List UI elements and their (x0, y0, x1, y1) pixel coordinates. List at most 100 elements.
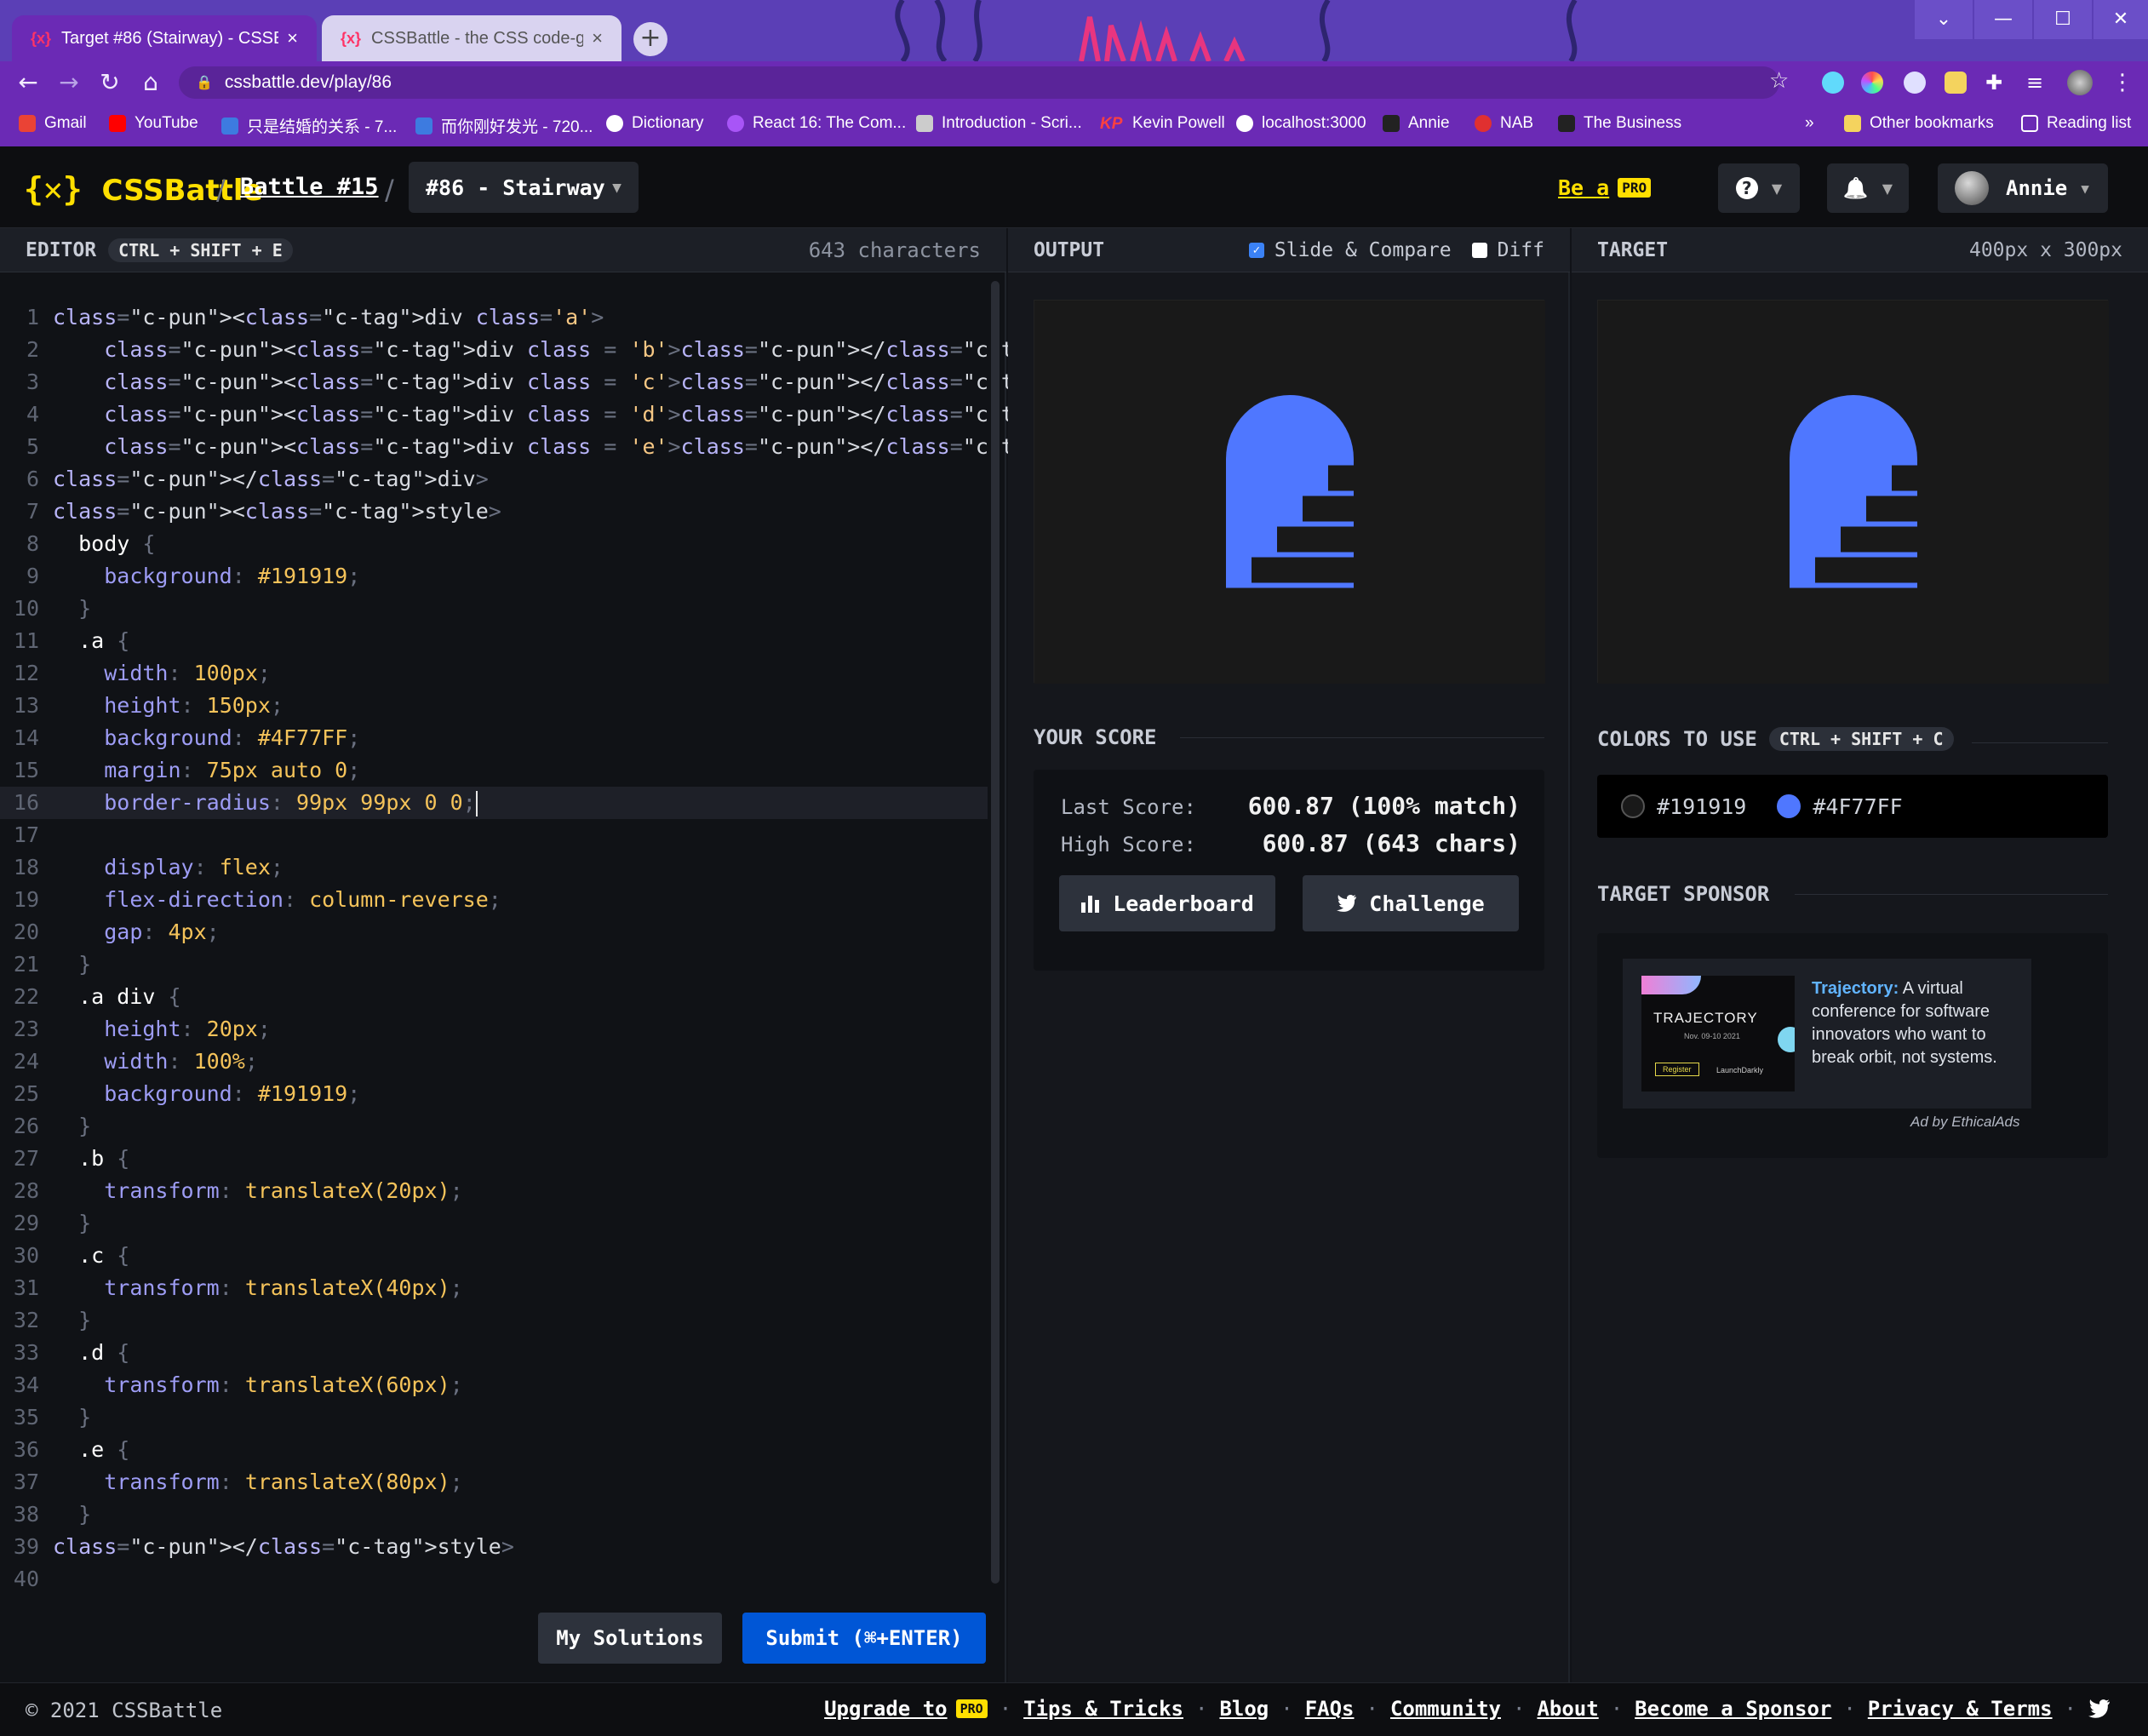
code-line[interactable]: 24 width: 100%; (0, 1046, 988, 1078)
sponsor-ad[interactable]: TRAJECTORY Nov. 09-10 2021 Register Laun… (1623, 959, 2031, 1109)
code-line[interactable]: 39 class="c-pun"></class="c-tag">style> (0, 1531, 988, 1563)
bookmark-dictionary[interactable]: Dictionary (606, 114, 703, 133)
react-devtools-extension-icon[interactable] (1822, 72, 1844, 94)
code-line[interactable]: 5 class="c-pun"><class="c-tag">div class… (0, 431, 1116, 463)
bookmark-video-2[interactable]: 而你刚好发光 - 720... (415, 114, 593, 137)
code-text[interactable]: gap: 4px; (48, 916, 220, 948)
bookmark-the-business[interactable]: The Business (1558, 114, 1681, 133)
twitter-icon[interactable] (2088, 1699, 2111, 1718)
tab-search-button[interactable]: ⌄ (1915, 0, 1973, 39)
code-text[interactable]: .b { (48, 1143, 129, 1175)
code-text[interactable]: width: 100px; (48, 657, 271, 690)
code-line[interactable]: 27 .b { (0, 1143, 988, 1175)
code-line[interactable]: 18 display: flex; (0, 851, 988, 884)
code-text[interactable]: width: 100%; (48, 1046, 258, 1078)
code-lines[interactable]: 1 class="c-pun"><class="c-tag">div class=… (0, 301, 1116, 1596)
bookmark-nab[interactable]: NAB (1475, 114, 1533, 133)
code-text[interactable]: } (48, 1110, 91, 1143)
target-preview[interactable] (1597, 300, 2109, 684)
other-bookmarks[interactable]: Other bookmarks (1844, 114, 1994, 133)
code-line[interactable]: 30 .c { (0, 1240, 988, 1272)
code-line[interactable]: 25 background: #191919; (0, 1078, 988, 1110)
code-text[interactable]: height: 150px; (48, 690, 284, 722)
code-text[interactable]: } (48, 593, 91, 625)
code-line[interactable]: 17 (0, 819, 988, 851)
code-line[interactable]: 34 transform: translateX(60px); (0, 1369, 988, 1401)
bookmark-intro[interactable]: Introduction - Scri... (916, 114, 1082, 133)
code-line[interactable]: 36 .e { (0, 1434, 988, 1466)
code-line[interactable]: 21 } (0, 948, 988, 981)
code-line[interactable]: 2 class="c-pun"><class="c-tag">div class… (0, 334, 1116, 366)
checkbox-checked-icon[interactable]: ✓ (1248, 242, 1264, 258)
color-swatch-dark[interactable] (1621, 794, 1645, 818)
code-text[interactable]: transform: translateX(60px); (48, 1369, 462, 1401)
ad-by-ethicalads[interactable]: Ad by EthicalAds (1910, 1114, 2020, 1131)
code-line[interactable]: 11 .a { (0, 625, 988, 657)
color-hex-dark[interactable]: #191919 (1657, 794, 1746, 819)
bookmark-gmail[interactable]: Gmail (19, 114, 87, 133)
code-line[interactable]: 7 class="c-pun"><class="c-tag">style> (0, 496, 988, 528)
notes-extension-icon[interactable] (1945, 72, 1967, 94)
code-text[interactable]: transform: translateX(80px); (48, 1466, 462, 1498)
code-line[interactable]: 4 class="c-pun"><class="c-tag">div class… (0, 398, 1116, 431)
close-tab-icon[interactable]: × (287, 27, 298, 49)
code-text[interactable]: } (48, 1207, 91, 1240)
code-text[interactable]: transform: translateX(20px); (48, 1175, 462, 1207)
diff-toggle[interactable]: Diff (1471, 239, 1544, 261)
target-extension-icon[interactable] (1904, 72, 1926, 94)
code-text[interactable]: .a div { (48, 981, 180, 1013)
code-text[interactable]: height: 20px; (48, 1013, 271, 1046)
code-line[interactable]: 1 class="c-pun"><class="c-tag">div class=… (0, 301, 988, 334)
color-swatch-blue[interactable] (1777, 794, 1801, 818)
breadcrumb-battle-link[interactable]: Battle #15 (240, 174, 379, 200)
bookmark-react[interactable]: React 16: The Com... (727, 114, 906, 133)
trajectory-ad-image[interactable]: TRAJECTORY Nov. 09-10 2021 Register Laun… (1641, 976, 1795, 1091)
footer-link-tips[interactable]: Tips & Tricks (1023, 1697, 1183, 1721)
code-text[interactable]: } (48, 948, 91, 981)
code-text[interactable]: .e { (48, 1434, 129, 1466)
user-menu-button[interactable]: Annie ▼ (1938, 163, 2108, 213)
editor-scrollbar[interactable] (991, 281, 1000, 1584)
code-text[interactable] (48, 1563, 53, 1596)
code-line[interactable]: 8 body { (0, 528, 988, 560)
submit-button[interactable]: Submit (⌘+ENTER) (742, 1613, 986, 1664)
code-line[interactable]: 38 } (0, 1498, 988, 1531)
code-text[interactable]: class="c-pun"><class="c-tag">div class =… (48, 431, 1116, 463)
code-line[interactable]: 33 .d { (0, 1337, 988, 1369)
tab-cssbattle-home[interactable]: {x} CSSBattle - the CSS code-golfing × (322, 15, 621, 61)
back-arrow-icon[interactable]: ← (12, 66, 44, 99)
code-text[interactable]: } (48, 1498, 91, 1531)
code-line[interactable]: 22 .a div { (0, 981, 988, 1013)
bookmark-kevin-powell[interactable]: KP Kevin Powell (1100, 114, 1225, 133)
code-line[interactable]: 15 margin: 75px auto 0; (0, 754, 988, 787)
extensions-puzzle-icon[interactable]: ✚ (1985, 72, 2008, 94)
code-line[interactable]: 14 background: #4F77FF; (0, 722, 988, 754)
footer-link-blog[interactable]: Blog (1219, 1697, 1269, 1721)
code-line[interactable]: 35 } (0, 1401, 988, 1434)
code-text[interactable]: background: #4F77FF; (48, 722, 360, 754)
code-text[interactable]: class="c-pun"></class="c-tag">div> (48, 463, 489, 496)
code-text[interactable]: class="c-pun"><class="c-tag">style> (48, 496, 501, 528)
code-line[interactable]: 6 class="c-pun"></class="c-tag">div> (0, 463, 988, 496)
output-preview[interactable] (1034, 300, 1545, 684)
new-tab-button[interactable]: + (633, 22, 667, 56)
code-line[interactable]: 12 width: 100px; (0, 657, 988, 690)
code-text[interactable]: } (48, 1401, 91, 1434)
close-window-button[interactable]: ✕ (2094, 0, 2148, 39)
code-text[interactable]: display: flex; (48, 851, 284, 884)
slide-compare-toggle[interactable]: ✓ Slide & Compare (1248, 239, 1452, 261)
footer-link-community[interactable]: Community (1390, 1697, 1501, 1721)
help-dropdown-button[interactable]: ? ▼ (1718, 163, 1800, 213)
maximize-button[interactable]: ☐ (2034, 0, 2092, 39)
code-text[interactable]: class="c-pun"></class="c-tag">style> (48, 1531, 514, 1563)
my-solutions-button[interactable]: My Solutions (538, 1613, 722, 1664)
code-line[interactable]: 10 } (0, 593, 988, 625)
code-text[interactable]: class="c-pun"><class="c-tag">div class =… (48, 334, 1116, 366)
challenge-button[interactable]: Challenge (1303, 875, 1519, 931)
notifications-button[interactable]: 🔔 ▼ (1827, 163, 1909, 213)
target-select-dropdown[interactable]: #86 - Stairway ▼ (409, 162, 639, 213)
be-a-pro-link[interactable]: Be a PRO (1558, 175, 1652, 200)
code-text[interactable]: margin: 75px auto 0; (48, 754, 360, 787)
footer-link-privacy[interactable]: Privacy & Terms (1868, 1697, 2053, 1721)
code-line[interactable]: 31 transform: translateX(40px); (0, 1272, 988, 1304)
